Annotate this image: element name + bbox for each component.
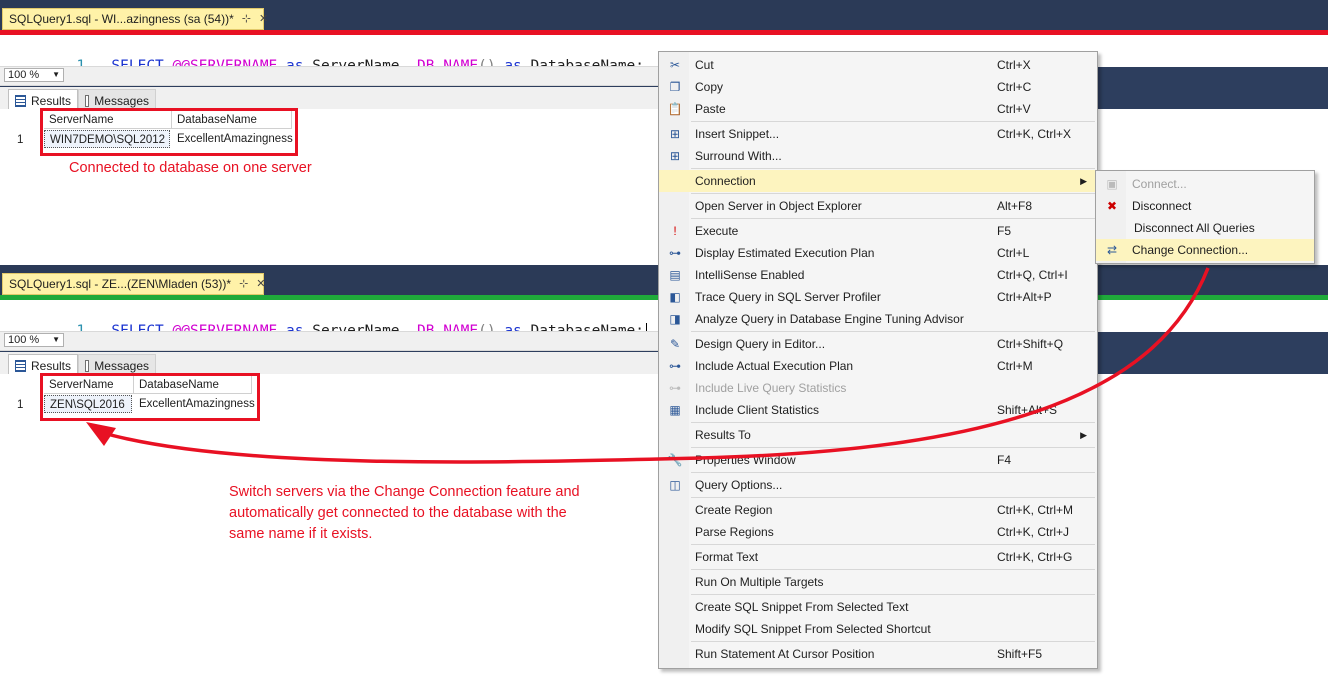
- annotation-arrow: [86, 267, 1210, 464]
- arrow-head: [86, 422, 116, 446]
- arrow-curve: [99, 267, 1210, 464]
